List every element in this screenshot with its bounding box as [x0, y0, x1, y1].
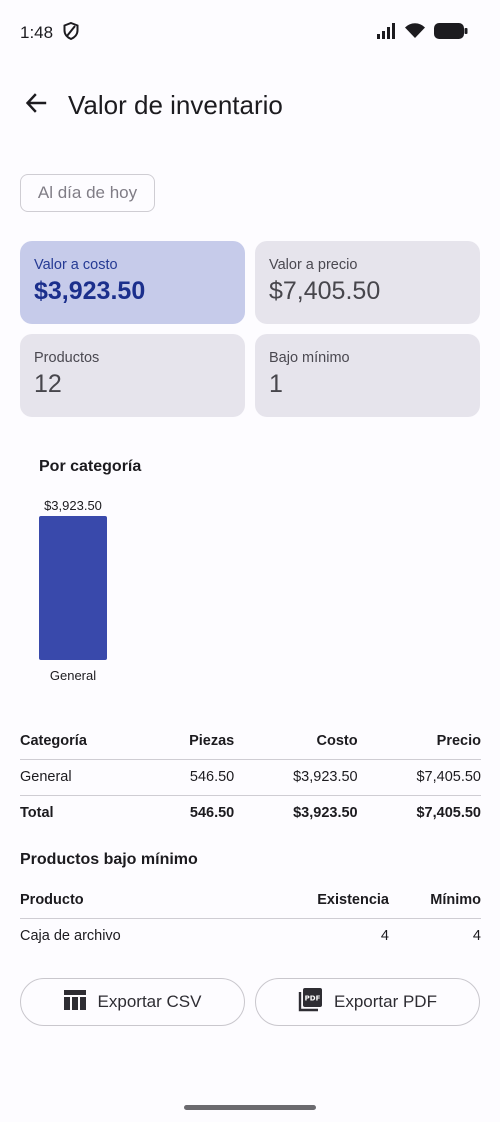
date-filter-chip[interactable]: Al día de hoy: [20, 174, 155, 212]
col-header: Piezas: [147, 723, 235, 760]
chart-section-title: Por categoría: [39, 458, 142, 475]
card-value: 1: [269, 370, 283, 398]
table-cell: $3,923.50: [234, 794, 358, 831]
table-cell: $7,405.50: [416, 769, 481, 785]
status-time: 1:48: [20, 23, 54, 42]
card-value: $3,923.50: [34, 277, 146, 305]
col-header: Producto: [20, 882, 239, 919]
signal-icon: [376, 22, 396, 44]
col-header: Existencia: [239, 882, 389, 919]
status-right: [376, 22, 468, 44]
table-cell: 546.50: [189, 769, 235, 785]
card-cost-value: Valor a costo $3,923.50: [20, 241, 245, 324]
table-header-row: Categoría Piezas Costo Precio: [20, 723, 481, 760]
table-cell: $3,923.50: [293, 769, 358, 785]
table-cell: 546.50: [147, 794, 235, 831]
home-indicator[interactable]: [184, 1105, 316, 1110]
table-row: Caja de archivo 4 4: [20, 918, 481, 954]
low-stock-title: Productos bajo mínimo: [20, 851, 198, 868]
table-cell: $7,405.50: [357, 794, 481, 831]
arrow-back-icon: [24, 91, 48, 120]
category-table: Categoría Piezas Costo Precio General 54…: [20, 723, 481, 831]
card-label: Valor a costo: [34, 257, 118, 273]
col-header: Costo: [234, 723, 358, 760]
table-icon: [63, 989, 86, 1015]
card-label: Bajo mínimo: [269, 350, 350, 366]
chart-category-label: General: [50, 668, 96, 683]
table-cell: Total: [20, 794, 148, 831]
table-header-row: Producto Existencia Mínimo: [20, 882, 481, 919]
low-stock-table: Producto Existencia Mínimo Caja de archi…: [20, 882, 481, 954]
category-bar-chart: $3,923.50 General: [39, 498, 107, 683]
col-header: Mínimo: [389, 882, 481, 919]
col-header: Categoría: [20, 723, 148, 760]
card-label: Productos: [34, 350, 100, 366]
battery-icon: [434, 22, 468, 44]
chart-bar: [39, 516, 107, 660]
card-price-value: Valor a precio $7,405.50: [255, 241, 480, 324]
card-products: Productos 12: [20, 334, 245, 417]
export-pdf-button[interactable]: PDF Exportar PDF: [255, 978, 480, 1026]
card-value: 12: [34, 370, 62, 398]
button-label: Exportar PDF: [334, 992, 437, 1011]
wifi-icon: [404, 22, 426, 44]
table-cell: 4: [380, 928, 389, 945]
card-below-minimum: Bajo mínimo 1: [255, 334, 480, 417]
table-cell: General: [20, 769, 72, 785]
table-total-row: Total 546.50 $3,923.50 $7,405.50: [20, 794, 481, 831]
app-bar: Valor de inventario: [0, 74, 500, 136]
table-cell: Caja de archivo: [20, 928, 121, 945]
shield-icon: [63, 21, 79, 45]
button-label: Exportar CSV: [97, 992, 202, 1011]
table-row: General 546.50 $3,923.50 $7,405.50: [20, 759, 481, 795]
card-value: $7,405.50: [269, 277, 381, 305]
export-csv-button[interactable]: Exportar CSV: [20, 978, 245, 1026]
page-title: Valor de inventario: [68, 89, 283, 120]
table-cell: 4: [472, 928, 481, 945]
back-button[interactable]: [16, 85, 56, 125]
col-header: Precio: [357, 723, 481, 760]
status-bar: 1:48: [0, 0, 500, 66]
status-left: 1:48: [20, 21, 79, 45]
chart-value-label: $3,923.50: [44, 498, 102, 513]
svg-text:PDF: PDF: [305, 994, 321, 1002]
pdf-icon: PDF: [298, 987, 322, 1017]
card-label: Valor a precio: [269, 257, 358, 273]
